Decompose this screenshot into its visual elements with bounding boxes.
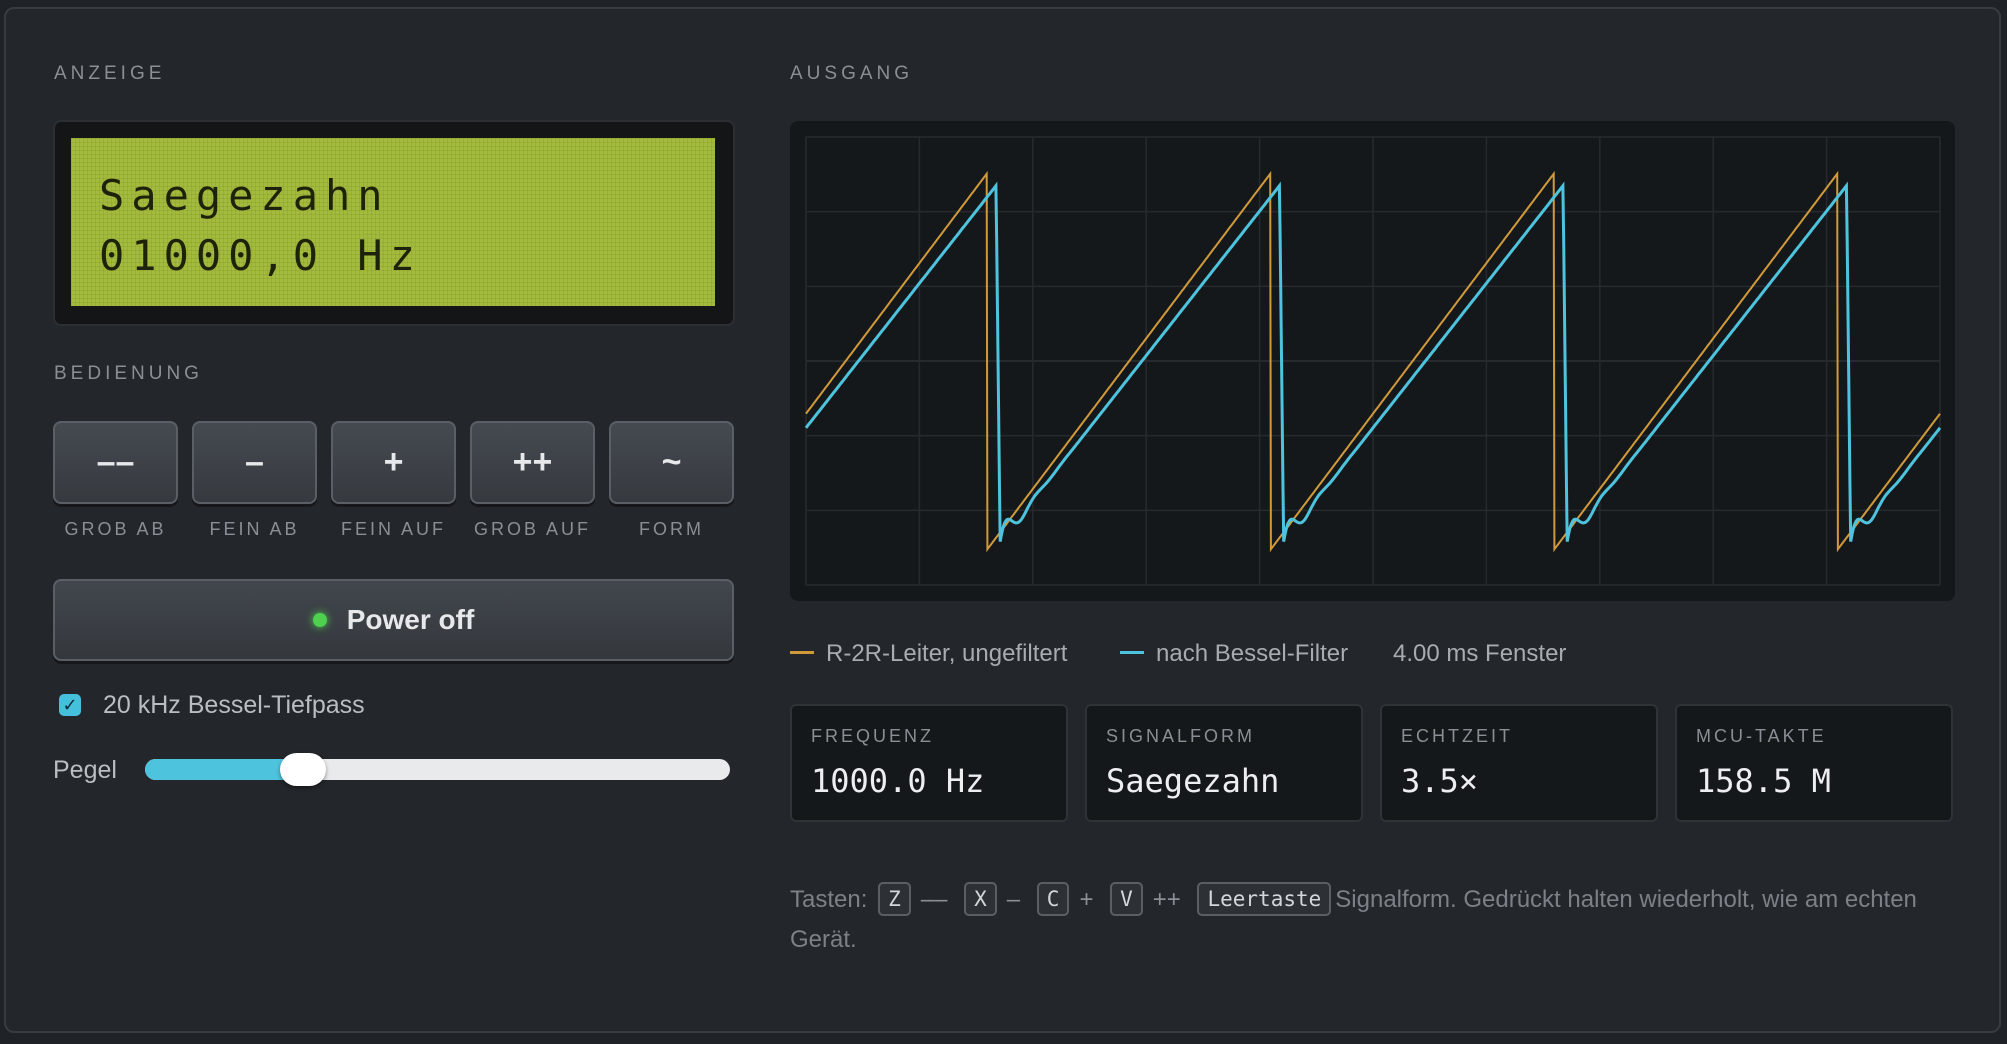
legend-filtered-label: nach Bessel-Filter — [1156, 640, 1349, 667]
stat-label: ECHTZEIT — [1401, 726, 1513, 746]
power-button[interactable]: Power off — [53, 579, 734, 661]
coarse-up-button[interactable]: ++ — [470, 421, 595, 504]
lcd-screen: Saegezahn 01000,0 Hz — [71, 138, 715, 306]
oscilloscope-view — [790, 121, 1955, 601]
key-c-action: + — [1079, 886, 1094, 913]
coarse-down-button[interactable]: –– — [53, 421, 178, 504]
key-z-action: –– — [920, 886, 948, 913]
waveform-label: FORM — [639, 519, 704, 539]
fine-up-label: FEIN AUF — [340, 519, 446, 539]
stat-label: MCU-TAKTE — [1696, 726, 1827, 746]
lcd-line-2: 01000,0 Hz — [99, 231, 422, 280]
fine-up-button[interactable]: + — [331, 421, 456, 504]
lcd-line-1: Saegezahn — [99, 171, 390, 220]
key-c: C — [1036, 882, 1070, 916]
stat-card-realtime: ECHTZEIT 3.5× — [1380, 704, 1658, 822]
level-slider-track[interactable] — [145, 759, 730, 780]
power-indicator-icon — [312, 613, 327, 627]
output-section-label: AUSGANG — [790, 63, 914, 84]
fine-down-button[interactable]: – — [192, 421, 317, 504]
level-slider-thumb[interactable] — [279, 753, 326, 786]
coarse-down-label: GROB AB — [64, 519, 167, 539]
controls-section-label: BEDIENUNG — [54, 363, 203, 384]
stat-label: FREQUENZ — [811, 726, 934, 746]
display-section-label: ANZEIGE — [54, 63, 166, 84]
stat-value: 3.5× — [1401, 762, 1479, 800]
hint-prefix: Tasten: — [790, 886, 868, 913]
key-x: X — [964, 882, 997, 916]
key-space-action: Signalform. Gedrückt halten wiederholt, … — [790, 886, 1917, 953]
power-button-label: Power off — [346, 604, 475, 635]
coarse-up-label: GROB AUF — [473, 519, 591, 539]
lcd-display: Saegezahn 01000,0 Hz — [53, 120, 735, 326]
stat-value: 1000.0 Hz — [811, 762, 985, 800]
stat-card-mcu-cycles: MCU-TAKTE 158.5 M — [1675, 704, 1953, 822]
key-space: Leertaste — [1197, 882, 1332, 916]
stat-card-frequency: FREQUENZ 1000.0 Hz — [790, 704, 1068, 822]
stat-value: 158.5 M — [1696, 762, 1831, 800]
filter-checkbox-label: 20 kHz Bessel-Tiefpass — [103, 691, 365, 719]
key-x-action: – — [1006, 886, 1021, 913]
key-z: Z — [878, 882, 911, 916]
waveform-button[interactable]: ~ — [609, 421, 734, 504]
legend-raw-swatch — [790, 651, 814, 654]
key-v-action: ++ — [1152, 886, 1181, 913]
legend-window-label: 4.00 ms Fenster — [1393, 640, 1567, 667]
legend-raw-label: R-2R-Leiter, ungefiltert — [826, 640, 1068, 667]
fine-down-label: FEIN AB — [209, 519, 300, 539]
level-label: Pegel — [53, 756, 117, 784]
legend-filtered-swatch — [1120, 651, 1144, 654]
oscilloscope-chart — [804, 136, 1942, 586]
stat-value: Saegezahn — [1106, 762, 1280, 800]
stat-card-waveform: SIGNALFORM Saegezahn — [1085, 704, 1363, 822]
keyboard-hint: Tasten: Z –– X – C + V ++ Leertaste Signalfor… — [790, 880, 1960, 960]
filter-checkbox[interactable]: ✓ — [59, 694, 81, 716]
key-v: V — [1110, 882, 1143, 916]
stat-label: SIGNALFORM — [1106, 726, 1256, 746]
checkmark-icon: ✓ — [62, 694, 78, 715]
